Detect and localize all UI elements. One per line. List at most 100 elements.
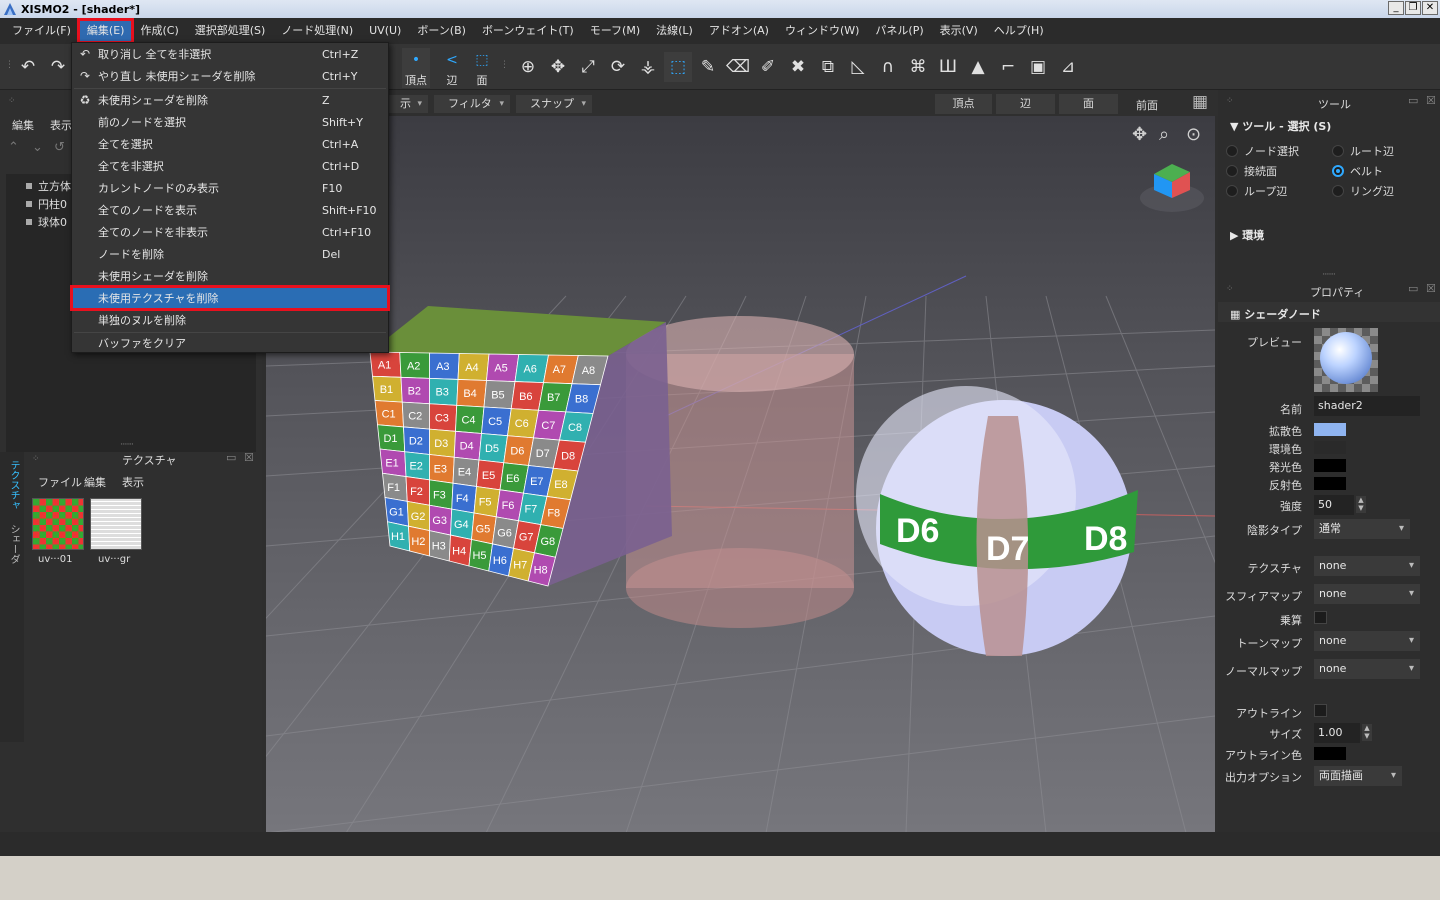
menu-selection[interactable]: 選択部処理(S) (187, 20, 274, 42)
menu-item-clear-buffer[interactable]: バッファをクリア (72, 332, 388, 354)
menu-addon[interactable]: アドオン(A) (701, 20, 777, 42)
menu-item-delete-node[interactable]: ノードを削除 Del (72, 243, 388, 265)
emissive-color-swatch[interactable] (1314, 459, 1346, 472)
collapse-icon[interactable]: ⌘ (904, 52, 932, 82)
menu-item-delete-lone-null[interactable]: 単独のヌルを削除 (72, 309, 388, 331)
bridge-icon[interactable]: ∩ (874, 52, 902, 82)
edit-icon[interactable]: ⊿ (1054, 52, 1082, 82)
toolbar-grip-icon[interactable]: ⋮ (5, 60, 14, 70)
env-section-header[interactable]: ▶ 環境 (1230, 227, 1264, 243)
panel-grip-icon[interactable]: ⁘ (8, 96, 15, 106)
outline-checkbox[interactable] (1314, 704, 1327, 717)
texture-menu-file[interactable]: ファイル (38, 474, 82, 490)
menu-node[interactable]: ノード処理(N) (273, 20, 361, 42)
rotate-icon[interactable]: ⟳ (604, 52, 632, 82)
menu-item-delete-unused-texture[interactable]: 未使用テクスチャを削除 (70, 285, 390, 311)
menu-item-hide-all-nodes[interactable]: 全てのノードを非表示 Ctrl+F10 (72, 221, 388, 243)
tab-vertex[interactable]: 頂点 (935, 94, 992, 114)
tab-shader[interactable]: シェーダ (6, 524, 21, 564)
close-icon[interactable]: ☒ (244, 451, 254, 464)
menu-item-show-current-only[interactable]: カレントノードのみ表示 F10 (72, 177, 388, 199)
menu-bone[interactable]: ボーン(B) (409, 20, 474, 42)
undo-icon[interactable]: ↶ (14, 52, 42, 82)
tab-face[interactable]: 面 (1059, 94, 1118, 114)
menu-create[interactable]: 作成(C) (132, 20, 186, 42)
texture-menu-edit[interactable]: 編集 (84, 474, 106, 490)
texture-dropdown[interactable]: none (1314, 556, 1420, 576)
menu-edit[interactable]: 編集(E) (76, 18, 135, 44)
menu-uv[interactable]: UV(U) (361, 20, 409, 42)
multiply-checkbox[interactable] (1314, 611, 1327, 624)
menu-item-undo[interactable]: ↶ 取り消し 全てを非選択 Ctrl+Z (72, 43, 388, 65)
panel-grip-icon[interactable]: ⁘ (1226, 96, 1233, 106)
minimize-icon[interactable]: ▭ (1408, 94, 1418, 107)
menu-item-deselect-all[interactable]: 全てを非選択 Ctrl+D (72, 155, 388, 177)
menu-item-select-previous-node[interactable]: 前のノードを選択 Shift+Y (72, 111, 388, 133)
sphere-map-dropdown[interactable]: none (1314, 584, 1420, 604)
extrude-icon[interactable]: ⧉ (814, 52, 842, 82)
close-icon[interactable]: ☒ (1426, 282, 1436, 295)
splitter-grip-icon[interactable]: ······· (1322, 270, 1336, 280)
vertex-mode-button[interactable]: • 頂点 (402, 48, 430, 88)
output-option-dropdown[interactable]: 両面描画 (1314, 766, 1402, 786)
radio-root-edge[interactable]: ルート辺 (1332, 143, 1394, 159)
splitter-grip-icon[interactable]: ······· (120, 440, 134, 450)
move-icon[interactable]: ✥ (544, 52, 572, 82)
pivot-icon[interactable]: ⚶ (634, 52, 662, 82)
specular-color-swatch[interactable] (1314, 477, 1346, 490)
bag-icon[interactable]: ▲ (964, 52, 992, 82)
minimize-button[interactable]: _ (1388, 1, 1404, 15)
menu-item-redo[interactable]: ↷ やり直し 未使用シェーダを削除 Ctrl+Y (72, 65, 388, 87)
tool-section-header[interactable]: ▼ ツール - 選択 (S) (1230, 118, 1331, 134)
texture-menu-view[interactable]: 表示 (122, 474, 144, 490)
bevel-icon[interactable]: ◺ (844, 52, 872, 82)
menu-item-show-all-nodes[interactable]: 全てのノードを表示 Shift+F10 (72, 199, 388, 221)
radio-ring-edge[interactable]: リング辺 (1332, 183, 1394, 199)
strength-input[interactable]: 50 (1314, 495, 1354, 515)
strength-spinner[interactable]: ▲ ▼ (1356, 496, 1366, 513)
shader-name-input[interactable]: shader2 (1314, 396, 1420, 416)
face-mode-button[interactable]: ⬚ 面 (468, 48, 496, 88)
pen-icon[interactable]: ✎ (694, 52, 722, 82)
tree-item[interactable]: 立方体 (26, 178, 71, 194)
maximize-button[interactable]: ❐ (1405, 1, 1421, 15)
panel-grip-icon[interactable]: ⁘ (1226, 284, 1233, 294)
film-icon[interactable]: ▣ (1024, 52, 1052, 82)
menu-morph[interactable]: モーフ(M) (582, 20, 648, 42)
radio-belt[interactable]: ベルト (1332, 163, 1383, 179)
tree-item[interactable]: 球体0 (26, 214, 67, 230)
menu-bone-weight[interactable]: ボーンウェイト(T) (474, 20, 582, 42)
grid-icon[interactable]: ▦ (1192, 92, 1208, 112)
menu-item-delete-unused-shader-2[interactable]: 未使用シェーダを削除 (72, 265, 388, 287)
refresh-icon[interactable]: ↺ (54, 140, 65, 155)
menu-file[interactable]: ファイル(F) (4, 20, 79, 42)
redo-icon[interactable]: ↷ (44, 52, 72, 82)
menu-normal[interactable]: 法線(L) (648, 20, 701, 42)
rect-select-icon[interactable]: ⬚ (664, 52, 692, 82)
3d-viewport[interactable]: A1 A2 A3 A4 A5 A6 A7 A8 B1 B2 B3 B4 B5 B6 B7 B8 C1 C2 C3 C4… (266, 116, 1215, 833)
menu-panel[interactable]: パネル(P) (867, 20, 931, 42)
minimize-icon[interactable]: ▭ (1408, 282, 1418, 295)
outline-size-spinner[interactable]: ▲ ▼ (1362, 724, 1372, 741)
menu-view[interactable]: 表示(V) (932, 20, 986, 42)
node-menu-view[interactable]: 表示 (50, 117, 72, 133)
loop-cut-icon[interactable]: Ш (934, 52, 962, 82)
normal-map-dropdown[interactable]: none (1314, 659, 1420, 679)
tab-edge[interactable]: 辺 (996, 94, 1055, 114)
edge-mode-button[interactable]: < 辺 (438, 48, 466, 88)
menu-window[interactable]: ウィンドウ(W) (777, 20, 867, 42)
close-icon[interactable]: ☒ (1426, 94, 1436, 107)
menu-item-delete-unused-shader[interactable]: ♻ 未使用シェーダを削除 Z (72, 89, 388, 111)
knife-icon[interactable]: ✐ (754, 52, 782, 82)
tab-texture[interactable]: テクスチャ (6, 460, 21, 510)
globe-icon[interactable]: ⊕ (514, 52, 542, 82)
orbit-icon[interactable]: ⊙ (1186, 124, 1201, 145)
menu-item-select-all[interactable]: 全てを選択 Ctrl+A (72, 133, 388, 155)
display-dropdown[interactable]: 示 (386, 95, 428, 113)
radio-node-select[interactable]: ノード選択 (1226, 143, 1299, 159)
outline-color-swatch[interactable] (1314, 747, 1346, 760)
panel-grip-icon[interactable]: ⁘ (32, 454, 39, 464)
tone-map-dropdown[interactable]: none (1314, 631, 1420, 651)
radio-connected-face[interactable]: 接続面 (1226, 163, 1277, 179)
brush-icon[interactable]: ⌐ (994, 52, 1022, 82)
